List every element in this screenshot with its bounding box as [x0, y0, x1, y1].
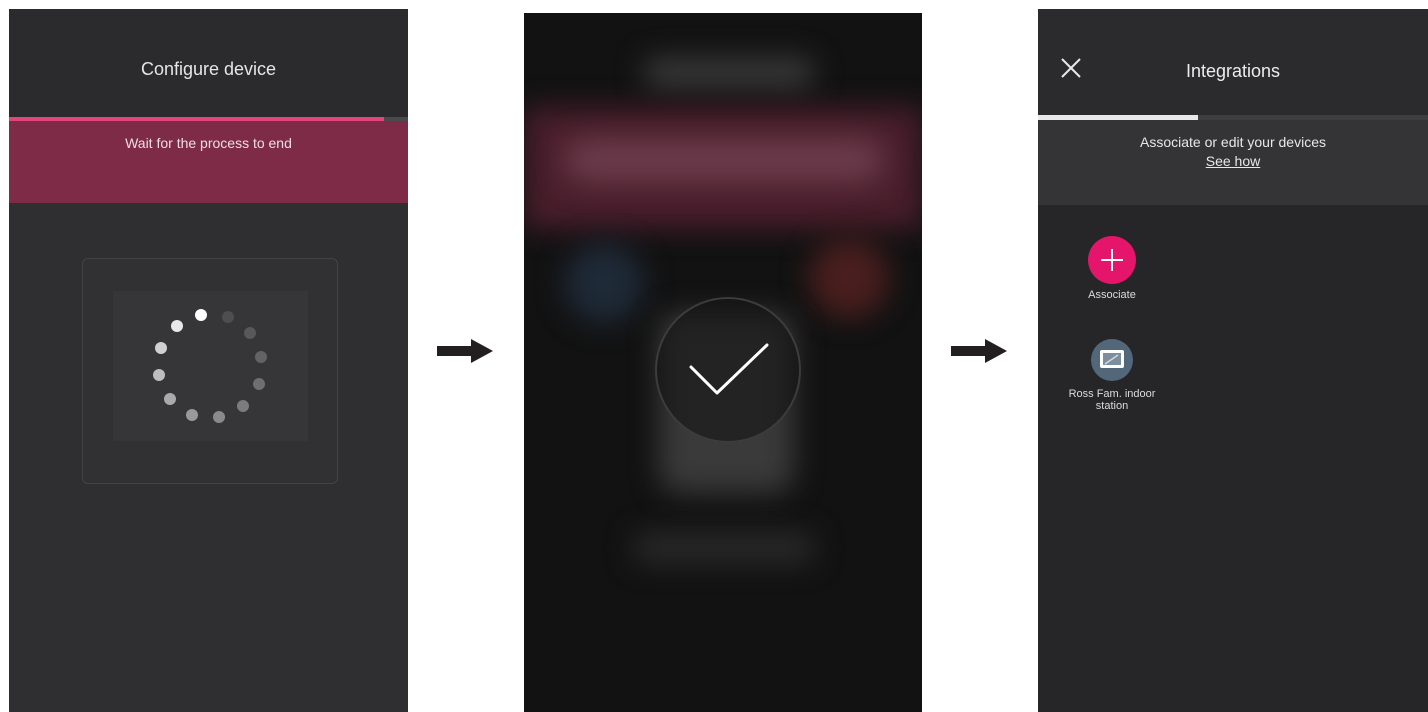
status-banner: Wait for the process to end: [9, 121, 408, 203]
success-badge: [655, 297, 801, 443]
info-banner: Associate or edit your devices See how: [1038, 120, 1428, 205]
device-item-indoor-station[interactable]: [1091, 339, 1133, 381]
spinner-dot: [152, 369, 165, 382]
arrow-right-icon: [951, 339, 1007, 363]
device-label: Ross Fam. indoor station: [1068, 388, 1156, 412]
spinner-dot: [155, 342, 168, 355]
blurred-icon-left: [564, 243, 644, 323]
page-title: Configure device: [140, 59, 277, 79]
blurred-footer: [634, 533, 814, 563]
status-banner-text: Wait for the process to end: [125, 135, 292, 151]
spinner-dot: [255, 350, 268, 363]
page-title: Integrations: [1185, 61, 1281, 81]
loading-area: [113, 291, 308, 441]
spinner-dot: [243, 326, 256, 339]
loading-card: [82, 258, 338, 484]
associate-label: Associate: [1088, 289, 1136, 301]
spinner-dot: [252, 377, 265, 390]
blurred-banner-text: [564, 138, 884, 183]
spinner-dot: [164, 393, 177, 406]
arrow-right-icon: [437, 339, 493, 363]
spinner-dot: [213, 411, 226, 424]
see-how-link[interactable]: See how: [1038, 153, 1428, 169]
blurred-title: [644, 58, 814, 88]
associate-button[interactable]: [1088, 236, 1136, 284]
spinner-dot: [170, 320, 183, 333]
app-header: Configure device: [9, 9, 408, 117]
configure-device-screen: Configure device Wait for the process to…: [9, 9, 408, 712]
success-screen: [524, 13, 922, 712]
spinner-dot: [237, 399, 250, 412]
indoor-station-icon: [1100, 350, 1124, 368]
integrations-screen: Integrations Associate or edit your devi…: [1038, 9, 1428, 712]
blurred-icon-right: [809, 238, 889, 318]
info-text: Associate or edit your devices: [1140, 134, 1326, 150]
spinner-dot: [194, 308, 207, 321]
spinner-dot: [186, 408, 199, 421]
checkmark-icon: [689, 343, 769, 395]
app-header: Integrations: [1038, 9, 1428, 115]
plus-icon: [1101, 249, 1123, 271]
spinner-dot: [221, 311, 234, 324]
